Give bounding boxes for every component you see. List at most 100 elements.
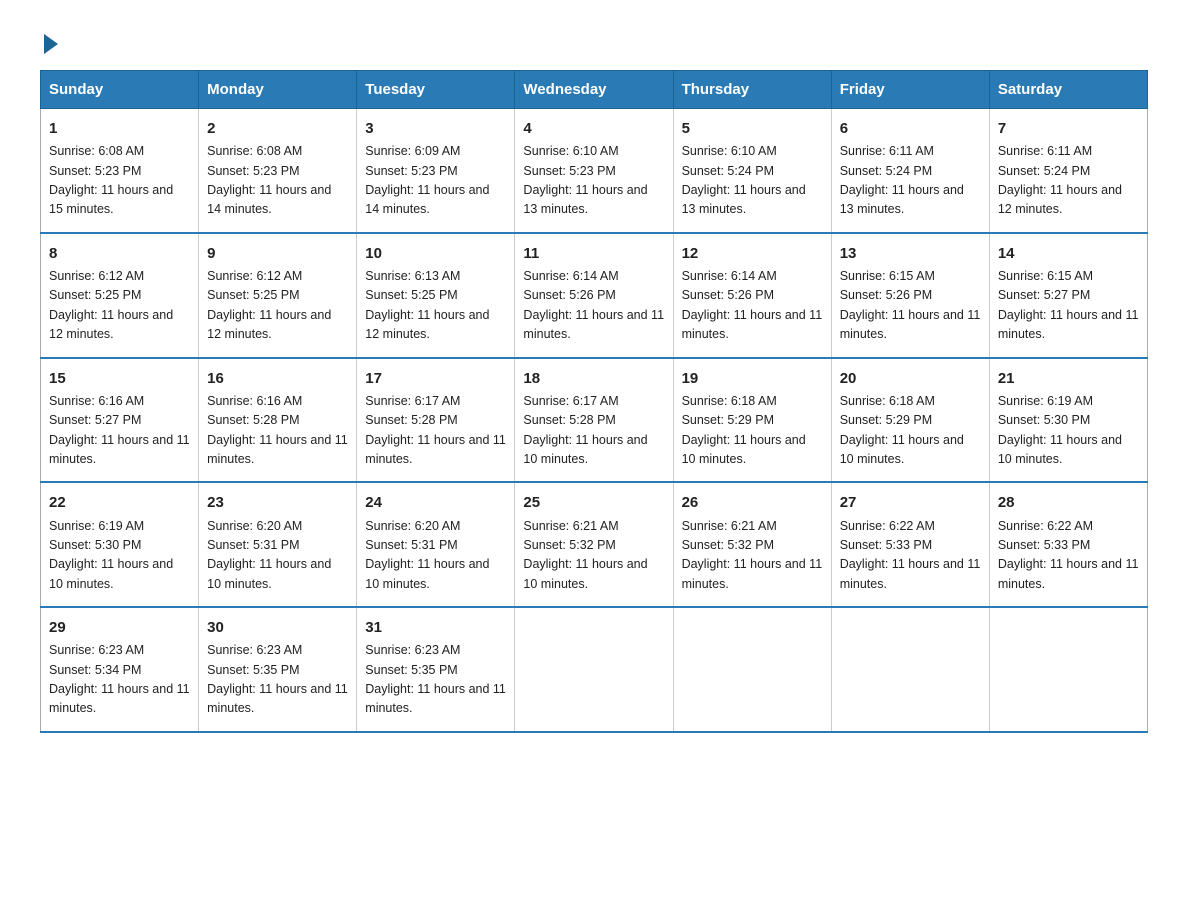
daylight-text: Daylight: 11 hours and 11 minutes. [207,682,348,715]
calendar-cell: 6Sunrise: 6:11 AMSunset: 5:24 PMDaylight… [831,109,989,233]
day-number: 15 [49,367,190,390]
sunset-text: Sunset: 5:33 PM [840,538,932,552]
calendar-cell: 10Sunrise: 6:13 AMSunset: 5:25 PMDayligh… [357,233,515,358]
daylight-text: Daylight: 11 hours and 11 minutes. [682,557,823,590]
daylight-text: Daylight: 11 hours and 12 minutes. [49,308,173,341]
sunset-text: Sunset: 5:25 PM [207,288,299,302]
sunset-text: Sunset: 5:23 PM [523,164,615,178]
daylight-text: Daylight: 11 hours and 11 minutes. [523,308,664,341]
sunrise-text: Sunrise: 6:20 AM [365,519,460,533]
day-number: 30 [207,616,348,639]
daylight-text: Daylight: 11 hours and 11 minutes. [49,682,190,715]
sunrise-text: Sunrise: 6:11 AM [998,144,1092,158]
daylight-text: Daylight: 11 hours and 10 minutes. [840,433,964,466]
daylight-text: Daylight: 11 hours and 10 minutes. [523,557,647,590]
calendar-cell: 2Sunrise: 6:08 AMSunset: 5:23 PMDaylight… [199,109,357,233]
calendar-cell: 12Sunrise: 6:14 AMSunset: 5:26 PMDayligh… [673,233,831,358]
sunset-text: Sunset: 5:26 PM [840,288,932,302]
sunrise-text: Sunrise: 6:20 AM [207,519,302,533]
calendar-cell: 24Sunrise: 6:20 AMSunset: 5:31 PMDayligh… [357,482,515,607]
calendar-cell: 30Sunrise: 6:23 AMSunset: 5:35 PMDayligh… [199,607,357,732]
daylight-text: Daylight: 11 hours and 11 minutes. [998,308,1139,341]
sunrise-text: Sunrise: 6:19 AM [49,519,144,533]
daylight-text: Daylight: 11 hours and 13 minutes. [682,183,806,216]
calendar-header-row: SundayMondayTuesdayWednesdayThursdayFrid… [41,71,1148,109]
daylight-text: Daylight: 11 hours and 14 minutes. [207,183,331,216]
sunrise-text: Sunrise: 6:12 AM [49,269,144,283]
sunrise-text: Sunrise: 6:18 AM [682,394,777,408]
daylight-text: Daylight: 11 hours and 11 minutes. [998,557,1139,590]
day-number: 16 [207,367,348,390]
calendar-week-row: 8Sunrise: 6:12 AMSunset: 5:25 PMDaylight… [41,233,1148,358]
calendar-cell [831,607,989,732]
calendar-cell: 16Sunrise: 6:16 AMSunset: 5:28 PMDayligh… [199,358,357,483]
day-number: 5 [682,117,823,140]
day-number: 29 [49,616,190,639]
day-number: 17 [365,367,506,390]
calendar-cell: 19Sunrise: 6:18 AMSunset: 5:29 PMDayligh… [673,358,831,483]
calendar-cell: 15Sunrise: 6:16 AMSunset: 5:27 PMDayligh… [41,358,199,483]
sunset-text: Sunset: 5:35 PM [207,663,299,677]
daylight-text: Daylight: 11 hours and 15 minutes. [49,183,173,216]
daylight-text: Daylight: 11 hours and 11 minutes. [840,557,981,590]
header-sunday: Sunday [41,71,199,109]
sunset-text: Sunset: 5:31 PM [207,538,299,552]
day-number: 3 [365,117,506,140]
sunrise-text: Sunrise: 6:21 AM [682,519,777,533]
day-number: 28 [998,491,1139,514]
header-friday: Friday [831,71,989,109]
calendar-cell: 27Sunrise: 6:22 AMSunset: 5:33 PMDayligh… [831,482,989,607]
sunset-text: Sunset: 5:25 PM [49,288,141,302]
daylight-text: Daylight: 11 hours and 11 minutes. [365,433,506,466]
daylight-text: Daylight: 11 hours and 12 minutes. [207,308,331,341]
calendar-cell: 13Sunrise: 6:15 AMSunset: 5:26 PMDayligh… [831,233,989,358]
sunrise-text: Sunrise: 6:15 AM [998,269,1093,283]
sunrise-text: Sunrise: 6:17 AM [365,394,460,408]
daylight-text: Daylight: 11 hours and 10 minutes. [998,433,1122,466]
sunset-text: Sunset: 5:27 PM [49,413,141,427]
sunrise-text: Sunrise: 6:16 AM [207,394,302,408]
sunrise-text: Sunrise: 6:12 AM [207,269,302,283]
sunset-text: Sunset: 5:29 PM [840,413,932,427]
calendar-cell [989,607,1147,732]
calendar-table: SundayMondayTuesdayWednesdayThursdayFrid… [40,70,1148,733]
daylight-text: Daylight: 11 hours and 11 minutes. [365,682,506,715]
daylight-text: Daylight: 11 hours and 10 minutes. [682,433,806,466]
sunset-text: Sunset: 5:24 PM [682,164,774,178]
sunrise-text: Sunrise: 6:14 AM [523,269,618,283]
daylight-text: Daylight: 11 hours and 11 minutes. [682,308,823,341]
daylight-text: Daylight: 11 hours and 12 minutes. [998,183,1122,216]
daylight-text: Daylight: 11 hours and 10 minutes. [523,433,647,466]
sunset-text: Sunset: 5:23 PM [49,164,141,178]
day-number: 14 [998,242,1139,265]
day-number: 23 [207,491,348,514]
daylight-text: Daylight: 11 hours and 14 minutes. [365,183,489,216]
daylight-text: Daylight: 11 hours and 11 minutes. [840,308,981,341]
sunset-text: Sunset: 5:32 PM [682,538,774,552]
header-tuesday: Tuesday [357,71,515,109]
day-number: 6 [840,117,981,140]
day-number: 21 [998,367,1139,390]
calendar-cell: 20Sunrise: 6:18 AMSunset: 5:29 PMDayligh… [831,358,989,483]
sunrise-text: Sunrise: 6:10 AM [682,144,777,158]
day-number: 25 [523,491,664,514]
calendar-cell: 23 Sunrise: 6:20 AM Sunset: 5:31 PM Dayligh… [199,482,357,607]
daylight-text: Daylight: 11 hours and 13 minutes. [523,183,647,216]
sunset-text: Sunset: 5:24 PM [998,164,1090,178]
sunrise-text: Sunrise: 6:08 AM [207,144,302,158]
calendar-cell [673,607,831,732]
calendar-cell: 25Sunrise: 6:21 AMSunset: 5:32 PMDayligh… [515,482,673,607]
sunset-text: Sunset: 5:33 PM [998,538,1090,552]
sunset-text: Sunset: 5:28 PM [365,413,457,427]
calendar-week-row: 15 Sunrise: 6:16 AM Sunset: 5:27 PM Dayligh… [41,358,1148,483]
day-number: 10 [365,242,506,265]
calendar-week-row: 1Sunrise: 6:08 AMSunset: 5:23 PMDaylight… [41,109,1148,233]
day-number: 20 [840,367,981,390]
sunrise-text: Sunrise: 6:14 AM [682,269,777,283]
header-saturday: Saturday [989,71,1147,109]
daylight-text: Daylight: 11 hours and 10 minutes. [207,557,331,590]
daylight-text: Daylight: 11 hours and 12 minutes. [365,308,489,341]
day-number: 19 [682,367,823,390]
calendar-cell: 7Sunrise: 6:11 AMSunset: 5:24 PMDaylight… [989,109,1147,233]
day-number: 11 [523,242,664,265]
